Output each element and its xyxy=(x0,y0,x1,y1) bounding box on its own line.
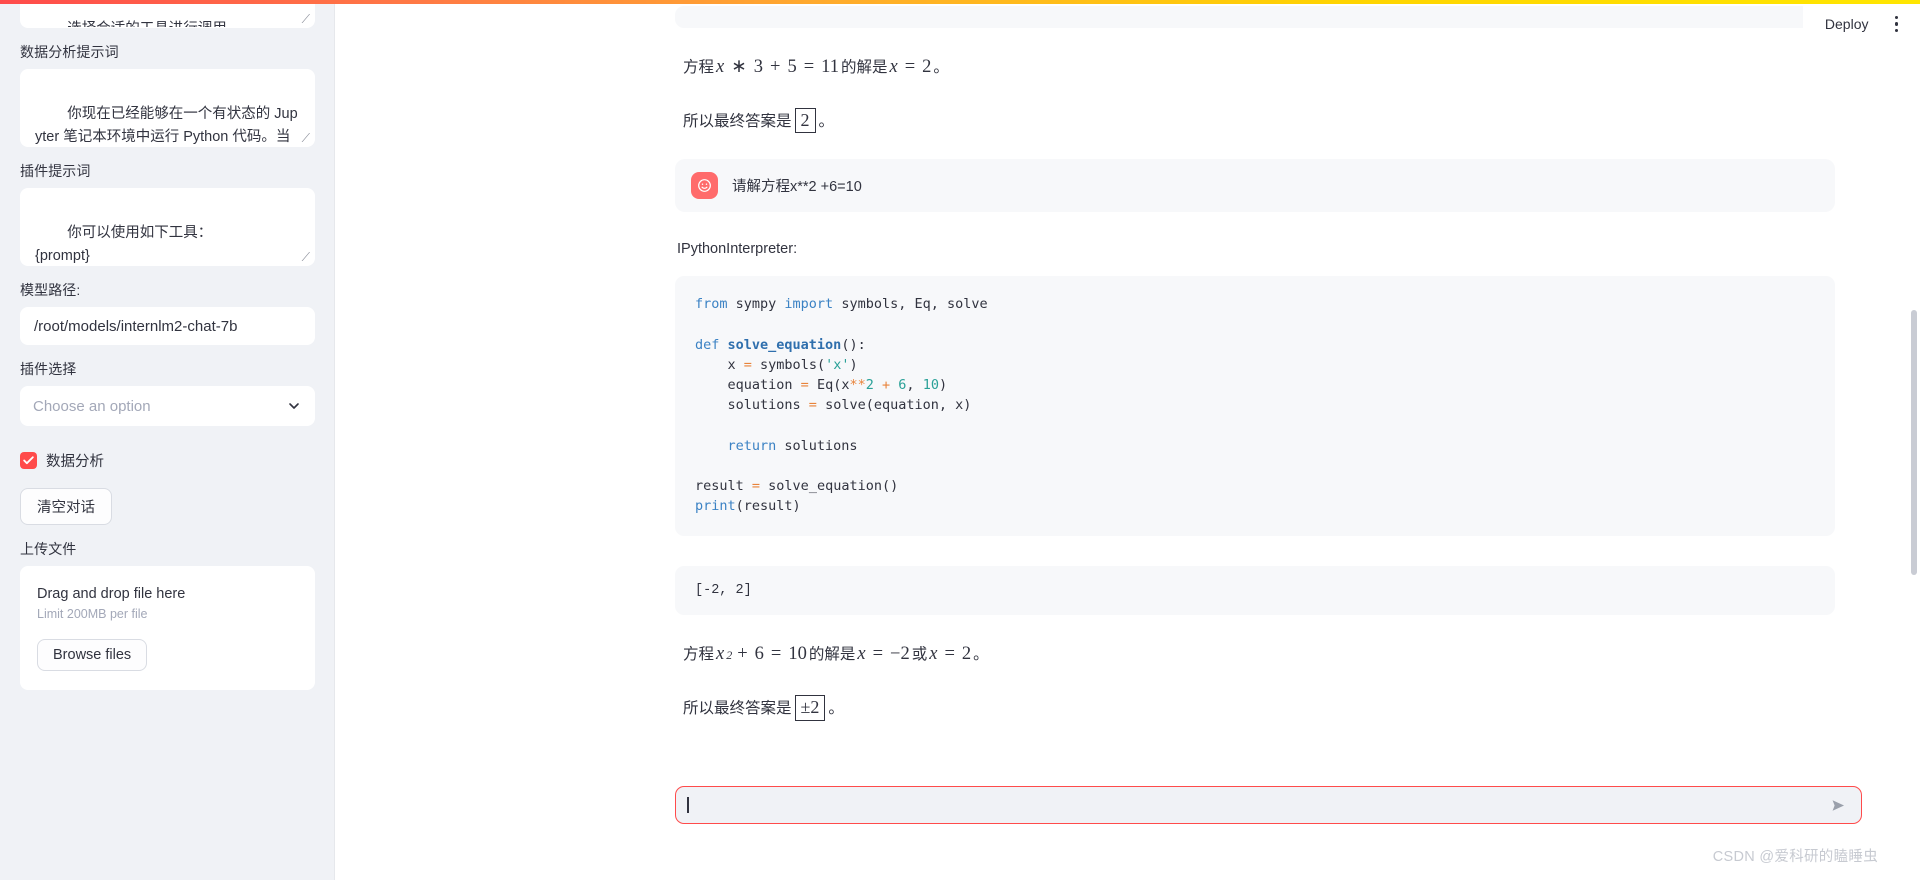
chat-scroll-region: 方程 x ∗ 3 + 5 = 11 的解是 x = 2 。 所以最终答案是 2 xyxy=(335,0,1920,880)
data-analysis-prompt-value: 你现在已经能够在一个有状态的 Jupyter 笔记本环境中运行 Python 代… xyxy=(35,106,298,145)
fin-l1-cjk-c: 或 xyxy=(911,646,928,664)
prev-l1-m4: 11 xyxy=(821,57,839,77)
plugin-prompt-value: 你可以使用如下工具： {prompt} 如果你已经获得足够信息，请直接给出答案,… xyxy=(35,225,213,264)
data-analysis-checkbox-label: 数据分析 xyxy=(46,454,104,470)
fin-l2-boxed-answer: ±2 xyxy=(794,694,826,721)
upload-drag-text: Drag and drop file here xyxy=(37,586,186,602)
data-analysis-prompt-label: 数据分析提示词 xyxy=(20,44,119,60)
fin-l1-cjk-d: 。 xyxy=(973,646,989,664)
kebab-menu-icon[interactable] xyxy=(1887,10,1907,39)
upload-limit-text: Limit 200MB per file xyxy=(37,607,148,622)
prev-l2-boxed-answer: 2 xyxy=(794,107,816,134)
model-path-input[interactable]: /root/models/internlm2-chat-7b xyxy=(20,307,315,345)
fin-l2-cjk-b: 。 xyxy=(828,699,844,717)
plugin-select-label: 插件选择 xyxy=(20,361,77,377)
fin-l1-m3: 10 xyxy=(788,644,807,665)
chat-column: 方程 x ∗ 3 + 5 = 11 的解是 x = 2 。 所以最终答案是 2 xyxy=(675,6,1835,721)
send-arrow-icon[interactable] xyxy=(1821,796,1855,815)
fin-l1-op4: = xyxy=(944,644,955,665)
plugin-select-placeholder: Choose an option xyxy=(33,397,151,415)
fin-l1-m2: 6 xyxy=(754,644,764,665)
prev-l1-cjk-a: 方程 xyxy=(683,59,715,76)
prev-l1-op4: = xyxy=(904,57,916,77)
prev-l1-m1: x xyxy=(716,57,725,77)
prev-l1-cjk-b: 的解是 xyxy=(840,59,888,76)
plugin-name-label: IPythonInterpreter: xyxy=(677,241,798,258)
resize-grip-icon[interactable]: ⟋ xyxy=(298,132,310,144)
chevron-down-icon xyxy=(286,398,302,414)
upload-file-label: 上传文件 xyxy=(20,541,77,557)
prev-l1-op1: ∗ xyxy=(731,57,747,77)
sidebar: 选择合适的工具进行调用 ⟋ 数据分析提示词 你现在已经能够在一个有状态的 Jup… xyxy=(0,0,335,880)
prev-l2-cjk-a: 所以最终答案是 xyxy=(683,112,792,130)
main-scrollbar-thumb[interactable] xyxy=(1911,310,1917,575)
main-content: Deploy 方程 x ∗ 3 + 5 = 11 的解是 x = 2 。 所以最… xyxy=(335,0,1920,880)
fin-l1-m5: −2 xyxy=(890,644,910,665)
user-message-text: 请解方程x**2 +6=10 xyxy=(732,179,862,196)
user-message-bubble: 请解方程x**2 +6=10 xyxy=(675,159,1835,213)
user-face-icon xyxy=(691,172,718,200)
assistant-prev-line-2: 所以最终答案是 2 。 xyxy=(683,107,1835,134)
truncated-block-above xyxy=(675,6,1835,28)
deploy-button[interactable]: Deploy xyxy=(1825,16,1869,32)
prev-l1-m6: 2 xyxy=(922,57,932,77)
fin-l1-op1: + xyxy=(737,644,748,665)
assistant-final-line-1: 方程 x2 + 6 = 10 的解是 x = −2 或 x = 2 。 xyxy=(683,641,1835,669)
assistant-final-line-2: 所以最终答案是 ±2 。 xyxy=(683,694,1835,721)
code-block-python: from sympy import symbols, Eq, solve def… xyxy=(675,276,1835,537)
prev-l1-m3: 5 xyxy=(787,57,797,77)
page-loading-bar xyxy=(0,0,1920,4)
plugin-select[interactable]: Choose an option xyxy=(20,386,315,426)
prev-l1-op2: + xyxy=(770,57,781,77)
data-analysis-prompt-textarea[interactable]: 你现在已经能够在一个有状态的 Jupyter 笔记本环境中运行 Python 代… xyxy=(20,69,315,147)
file-uploader-dropzone[interactable]: Drag and drop file here Limit 200MB per … xyxy=(20,566,315,691)
model-path-value: /root/models/internlm2-chat-7b xyxy=(34,317,238,335)
app-header: Deploy xyxy=(1802,0,1920,48)
fin-l1-m7: 2 xyxy=(961,644,972,665)
tool-prompt-textarea[interactable]: 选择合适的工具进行调用 ⟋ xyxy=(20,0,315,28)
prev-l2-cjk-b: 。 xyxy=(818,112,835,130)
checkbox-checked-icon[interactable] xyxy=(20,452,37,469)
prev-l1-cjk-c: 。 xyxy=(933,59,949,76)
browse-files-button[interactable]: Browse files xyxy=(37,639,148,672)
tool-prompt-textarea-value: 选择合适的工具进行调用 xyxy=(67,21,227,27)
resize-grip-icon[interactable]: ⟋ xyxy=(298,251,310,263)
data-analysis-checkbox-row[interactable]: 数据分析 xyxy=(20,450,315,471)
fin-l1-m4: x xyxy=(857,644,866,665)
prev-l1-m2: 3 xyxy=(753,57,763,77)
fin-l1-m6: x xyxy=(929,644,938,665)
watermark-text: CSDN @爱科研的瞌睡虫 xyxy=(1712,849,1878,865)
code-output-text: [-2, 2] xyxy=(695,583,752,599)
prev-l1-m5: x xyxy=(889,57,898,77)
code-output-block: [-2, 2] xyxy=(675,566,1835,616)
assistant-prev-line-1: 方程 x ∗ 3 + 5 = 11 的解是 x = 2 。 xyxy=(683,54,1835,82)
chat-input-dock[interactable] xyxy=(675,786,1862,824)
plugin-prompt-textarea[interactable]: 你可以使用如下工具： {prompt} 如果你已经获得足够信息，请直接给出答案,… xyxy=(20,188,315,266)
prev-l1-op3: = xyxy=(803,57,815,77)
fin-l1-op2: = xyxy=(770,644,782,665)
fin-l2-cjk-a: 所以最终答案是 xyxy=(683,699,792,717)
fin-l1-op3: = xyxy=(872,644,884,665)
resize-grip-icon[interactable]: ⟋ xyxy=(298,13,310,25)
fin-l1-cjk-a: 方程 xyxy=(683,646,715,664)
plugin-prompt-label: 插件提示词 xyxy=(20,163,91,179)
model-path-label: 模型路径: xyxy=(20,282,81,298)
fin-l1-cjk-b: 的解是 xyxy=(808,646,856,664)
chat-input-field[interactable] xyxy=(689,787,1822,823)
fin-l1-m1: x xyxy=(716,644,725,665)
clear-conversation-button[interactable]: 清空对话 xyxy=(20,488,112,525)
